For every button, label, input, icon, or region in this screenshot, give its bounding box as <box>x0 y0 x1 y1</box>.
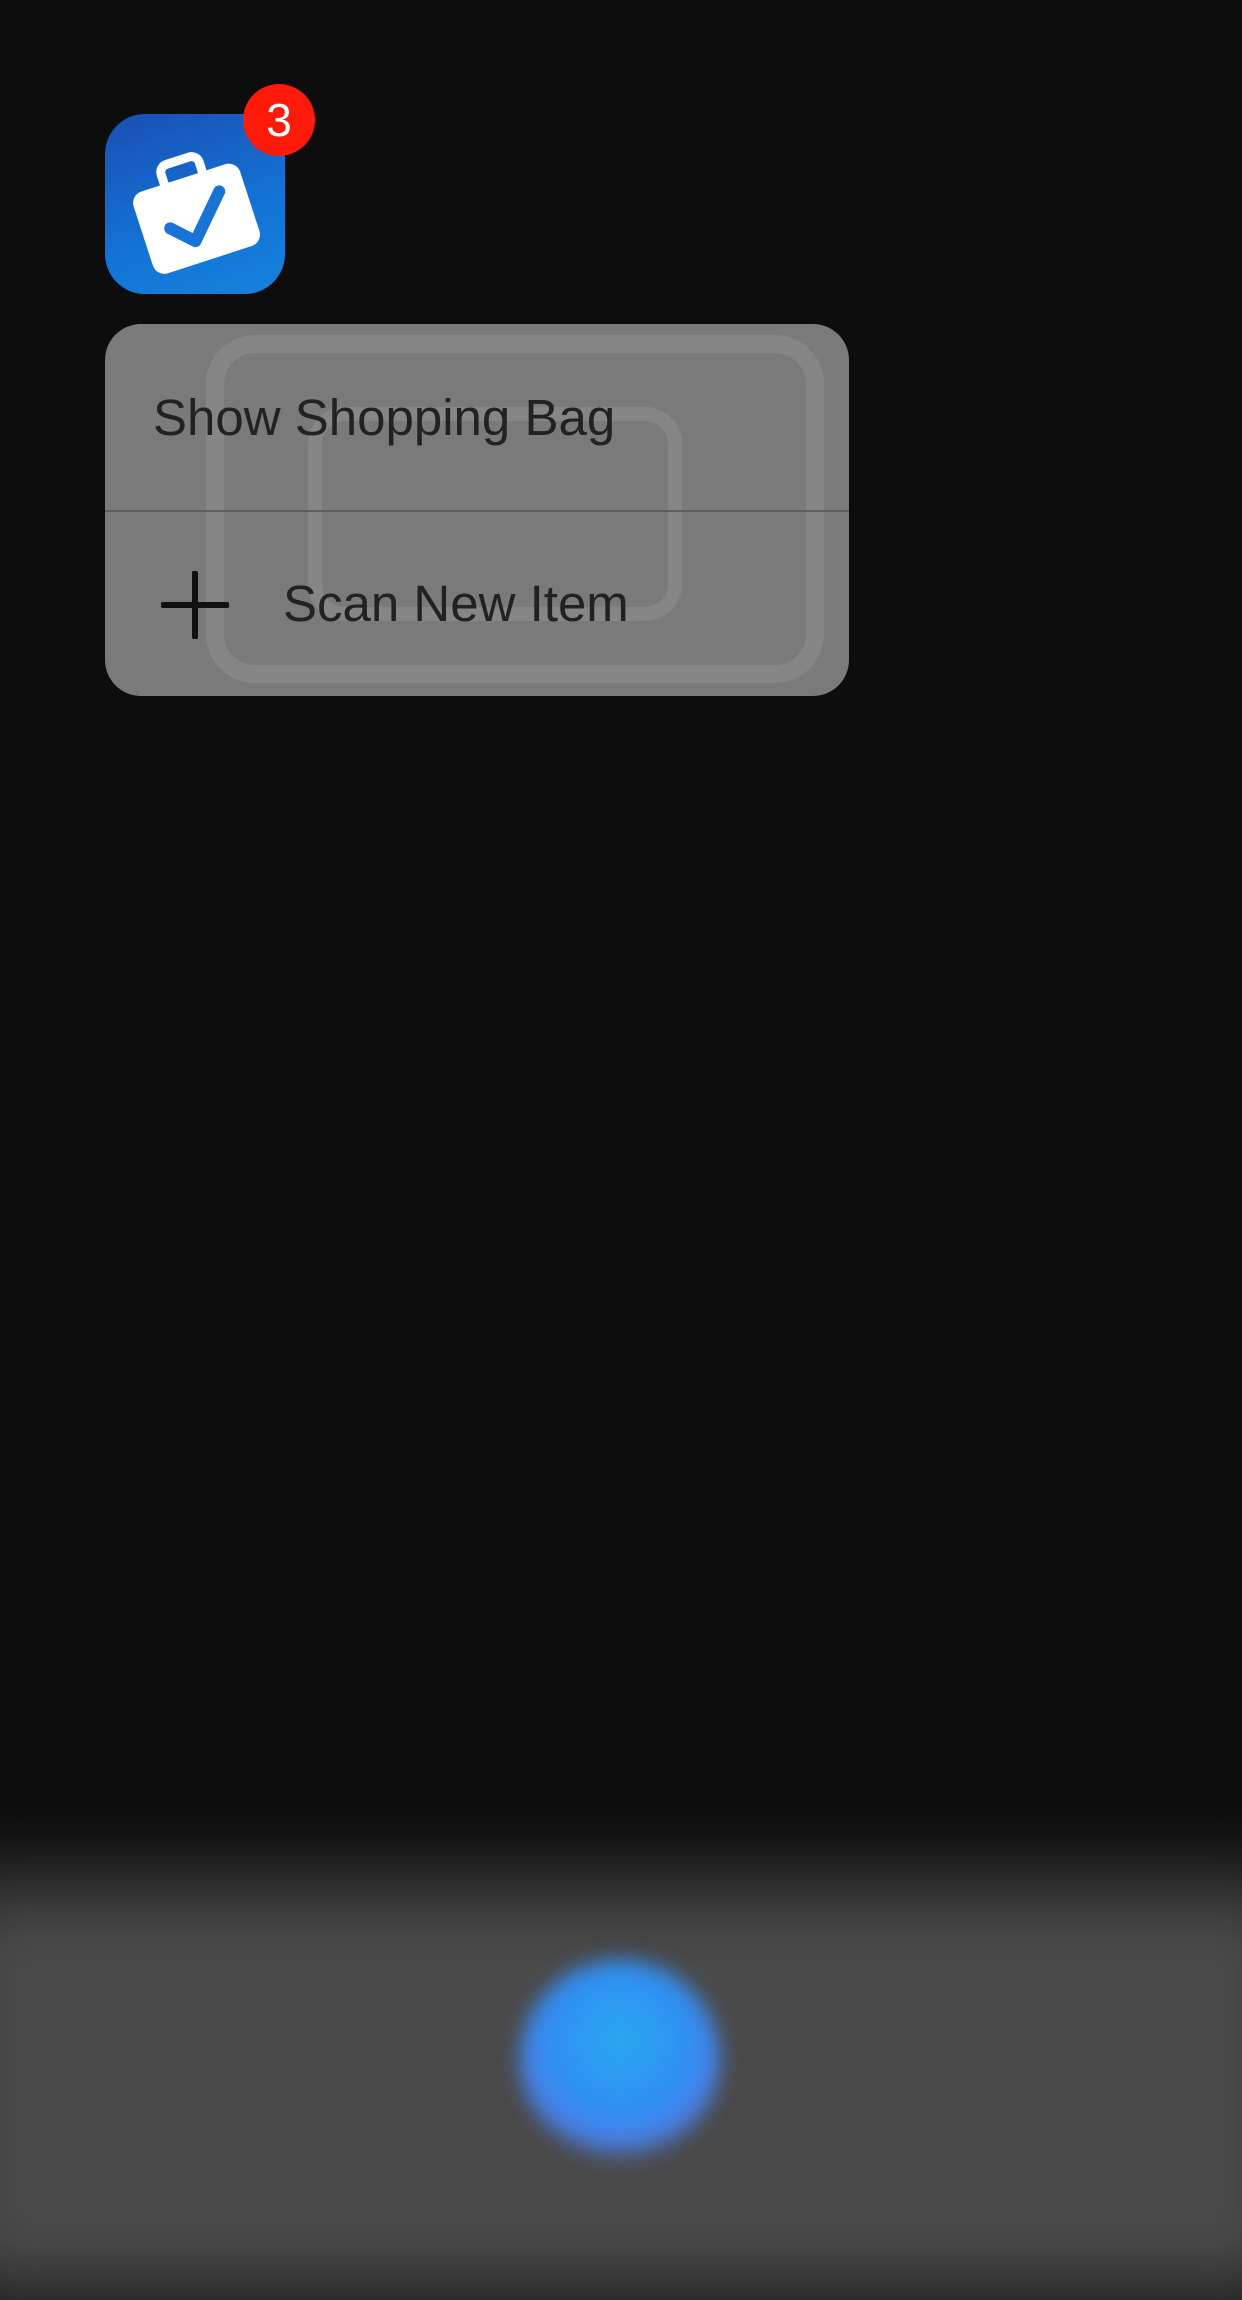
scan-new-item-action[interactable]: Scan New Item <box>105 511 849 696</box>
siri-orb <box>520 1960 720 2160</box>
show-shopping-bag-action[interactable]: Show Shopping Bag <box>105 324 849 510</box>
notification-badge: 3 <box>243 84 315 156</box>
quick-actions-menu: Show Shopping Bag Scan New Item <box>105 324 849 696</box>
plus-icon <box>161 571 229 639</box>
show-shopping-bag-label: Show Shopping Bag <box>153 388 616 446</box>
scan-new-item-label: Scan New Item <box>283 575 629 632</box>
